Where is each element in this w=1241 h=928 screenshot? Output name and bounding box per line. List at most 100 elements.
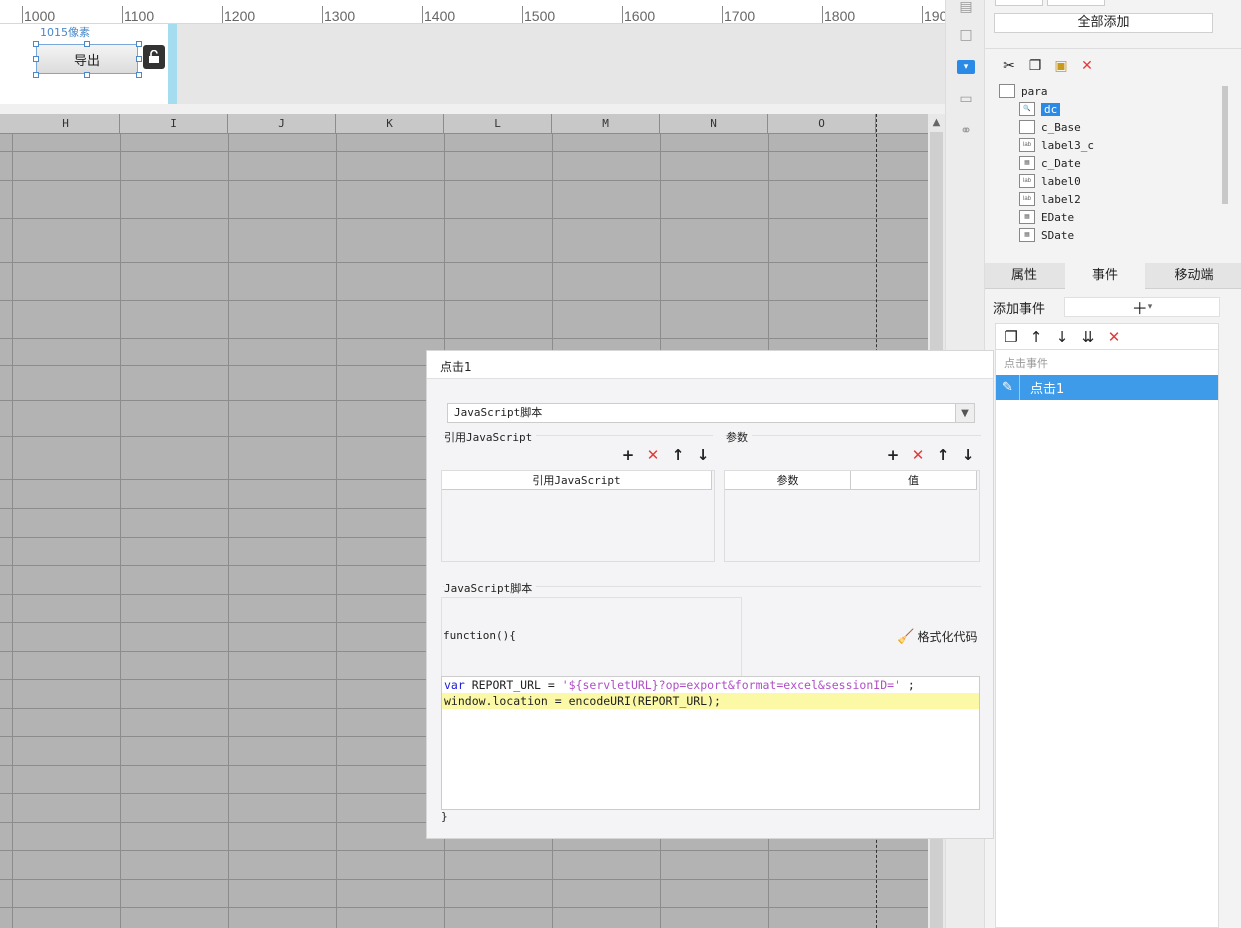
column-header[interactable]: N [660,114,768,134]
resize-handle[interactable] [33,41,39,47]
tree-item[interactable]: lab label3_c [1019,136,1094,154]
parameter-canvas: 1015像素 导出 [0,24,168,104]
tree-item[interactable]: ▦ EDate [1019,208,1074,226]
event-item-label: 点击1 [1030,382,1065,397]
copy-icon[interactable]: ❐ [1026,57,1044,75]
tree-item[interactable]: lab label2 [1019,190,1081,208]
tab-mobile[interactable]: 移动端 [1147,263,1241,289]
add-event-button[interactable]: ＋ ▾ [1064,297,1220,318]
link-icon[interactable]: ⚭ [955,120,977,142]
column-header[interactable]: L [444,114,552,134]
form-icon[interactable]: ▤ [955,0,977,18]
column-header[interactable]: H [12,114,120,134]
frame-icon[interactable]: □ [955,24,977,46]
event-item[interactable]: ✎ 点击1 [996,375,1218,400]
resize-handle[interactable] [33,56,39,62]
top-tab[interactable] [1047,0,1105,6]
delete-icon[interactable]: ✕ [1078,57,1096,75]
label-icon: lab [1019,138,1035,152]
ruler-label: 1700 [724,8,756,24]
tab-properties[interactable]: 属性 [985,263,1063,289]
arrow-up-icon[interactable]: ↑ [670,446,686,464]
arrow-up-icon[interactable]: ↑ [1027,328,1045,346]
ref-js-section-title: 引用JavaScript [444,429,537,445]
tree-item[interactable]: 🔍 dc [1019,100,1061,118]
tree-item-label: c_Date [1041,156,1081,170]
resize-handle[interactable] [84,72,90,78]
function-closing-brace: } [441,810,448,823]
move-bottom-icon[interactable]: ⇊ [1079,328,1097,346]
ruler-tick [22,6,23,23]
grid-line [120,134,121,928]
column-header[interactable]: K [336,114,444,134]
broom-icon: 🧹 [897,628,915,645]
resize-handle[interactable] [136,41,142,47]
resize-handle[interactable] [136,72,142,78]
column-header[interactable]: O [768,114,876,134]
properties-panel: 全部添加 ✂ ❐ ▣ ✕ para 🔍 dc c_Base lab label3… [985,0,1241,928]
export-button[interactable]: 导出 [36,44,138,74]
copy-icon[interactable]: ❐ [1002,328,1020,346]
ruler-label: 1100 [124,8,155,24]
base-icon [1019,120,1035,134]
top-tab[interactable] [995,0,1043,6]
ruler-label: 1400 [424,8,456,24]
grid-line [0,262,930,263]
layers-icon[interactable]: ▭ [955,88,977,110]
scroll-up-icon[interactable]: ▲ [928,114,945,131]
add-icon[interactable]: + [885,446,901,464]
lock-button[interactable] [143,45,165,69]
plus-icon: ＋ [1131,299,1148,318]
params-table[interactable]: 参数 值 [724,470,980,562]
tree-item[interactable]: c_Base [1019,118,1081,136]
delete-icon[interactable]: ✕ [645,446,661,464]
arrow-down-icon[interactable]: ↓ [1053,328,1071,346]
paste-icon[interactable]: ▣ [1052,57,1070,75]
tree-item[interactable]: ▦ c_Date [1019,154,1081,172]
arrow-up-icon[interactable]: ↑ [935,446,951,464]
tree-item-label: label2 [1041,192,1081,206]
script-type-select[interactable]: JavaScript脚本 [447,403,975,423]
dropdown-widget-icon[interactable]: ▾ [957,60,975,74]
delete-icon[interactable]: ✕ [910,446,926,464]
code-keyword: var [444,678,465,692]
add-all-button[interactable]: 全部添加 [994,13,1213,33]
format-code-button[interactable]: 🧹 格式化代码 [897,628,977,645]
tree-root[interactable]: para [999,82,1048,100]
column-header[interactable]: J [228,114,336,134]
column-header[interactable]: M [552,114,660,134]
code-editor[interactable]: var REPORT_URL = '${servletURL}?op=expor… [441,676,980,810]
code-text: ; [900,678,915,692]
resize-handle[interactable] [33,72,39,78]
tree-item-label: dc [1041,102,1061,116]
tree-scroll-thumb[interactable] [1222,86,1228,204]
pixel-width-label: 1015像素 [40,26,90,39]
grid-line [12,134,13,928]
code-text: REPORT_URL = [464,678,562,692]
tree-item-label: label0 [1041,174,1081,188]
tree-item[interactable]: lab label0 [1019,172,1081,190]
canvas-resize-edge[interactable] [168,24,177,104]
resize-handle[interactable] [84,41,90,47]
cut-icon[interactable]: ✂ [1000,57,1018,75]
add-icon[interactable]: + [620,446,636,464]
edit-icon[interactable]: ✎ [996,375,1020,400]
ruler-tick [822,6,823,23]
grid-line [0,338,930,339]
divider [725,435,981,436]
resize-handle[interactable] [136,56,142,62]
chevron-down-icon[interactable]: ▼ [955,404,974,422]
arrow-down-icon[interactable]: ↓ [695,446,711,464]
arrow-down-icon[interactable]: ↓ [960,446,976,464]
code-line: var REPORT_URL = '${servletURL}?op=expor… [442,677,979,693]
tab-events[interactable]: 事件 [1065,263,1145,289]
grid-line [336,134,337,928]
tree-item[interactable]: ▦ SDate [1019,226,1074,244]
grid-line [0,879,930,880]
ref-js-table[interactable]: 引用JavaScript [441,470,715,562]
form-icon [999,84,1015,98]
delete-icon[interactable]: ✕ [1105,328,1123,346]
event-toolbar: ❐ ↑ ↓ ⇊ ✕ [995,323,1219,349]
function-signature: function(){ [443,629,516,642]
column-header[interactable]: I [120,114,228,134]
